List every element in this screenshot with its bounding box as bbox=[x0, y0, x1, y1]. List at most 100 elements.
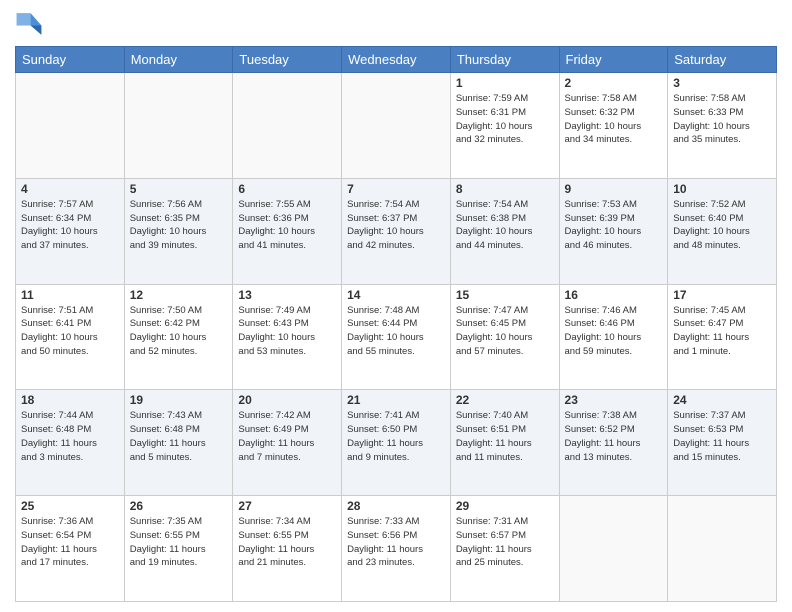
day-info: Sunrise: 7:37 AM Sunset: 6:53 PM Dayligh… bbox=[673, 409, 771, 464]
day-cell bbox=[16, 73, 125, 179]
day-cell: 8 Sunrise: 7:54 AM Sunset: 6:38 PM Daylig… bbox=[450, 178, 559, 284]
day-cell: 14 Sunrise: 7:48 AM Sunset: 6:44 PM Dayli… bbox=[342, 284, 451, 390]
day-number: 19 bbox=[130, 393, 228, 407]
weekday-tuesday: Tuesday bbox=[233, 47, 342, 73]
day-number: 28 bbox=[347, 499, 445, 513]
day-info: Sunrise: 7:58 AM Sunset: 6:33 PM Dayligh… bbox=[673, 92, 771, 147]
day-cell: 20 Sunrise: 7:42 AM Sunset: 6:49 PM Dayli… bbox=[233, 390, 342, 496]
day-number: 29 bbox=[456, 499, 554, 513]
day-info: Sunrise: 7:54 AM Sunset: 6:37 PM Dayligh… bbox=[347, 198, 445, 253]
weekday-saturday: Saturday bbox=[668, 47, 777, 73]
day-cell: 13 Sunrise: 7:49 AM Sunset: 6:43 PM Dayli… bbox=[233, 284, 342, 390]
logo-icon bbox=[15, 10, 43, 38]
day-cell: 25 Sunrise: 7:36 AM Sunset: 6:54 PM Dayli… bbox=[16, 496, 125, 602]
day-cell: 7 Sunrise: 7:54 AM Sunset: 6:37 PM Daylig… bbox=[342, 178, 451, 284]
day-cell bbox=[233, 73, 342, 179]
day-number: 23 bbox=[565, 393, 663, 407]
weekday-monday: Monday bbox=[124, 47, 233, 73]
week-row-1: 1 Sunrise: 7:59 AM Sunset: 6:31 PM Daylig… bbox=[16, 73, 777, 179]
weekday-sunday: Sunday bbox=[16, 47, 125, 73]
day-cell bbox=[559, 496, 668, 602]
day-number: 11 bbox=[21, 288, 119, 302]
weekday-thursday: Thursday bbox=[450, 47, 559, 73]
day-cell: 17Sunrise: 7:45 AM Sunset: 6:47 PM Dayli… bbox=[668, 284, 777, 390]
day-info: Sunrise: 7:36 AM Sunset: 6:54 PM Dayligh… bbox=[21, 515, 119, 570]
day-cell: 26 Sunrise: 7:35 AM Sunset: 6:55 PM Dayli… bbox=[124, 496, 233, 602]
day-cell: 11Sunrise: 7:51 AM Sunset: 6:41 PM Dayli… bbox=[16, 284, 125, 390]
day-info: Sunrise: 7:40 AM Sunset: 6:51 PM Dayligh… bbox=[456, 409, 554, 464]
day-cell: 22 Sunrise: 7:40 AM Sunset: 6:51 PM Dayli… bbox=[450, 390, 559, 496]
day-number: 18 bbox=[21, 393, 119, 407]
calendar-body: 1 Sunrise: 7:59 AM Sunset: 6:31 PM Daylig… bbox=[16, 73, 777, 602]
week-row-4: 18 Sunrise: 7:44 AM Sunset: 6:48 PM Dayli… bbox=[16, 390, 777, 496]
day-number: 16 bbox=[565, 288, 663, 302]
day-info: Sunrise: 7:46 AM Sunset: 6:46 PM Dayligh… bbox=[565, 304, 663, 359]
day-cell: 28 Sunrise: 7:33 AM Sunset: 6:56 PM Dayli… bbox=[342, 496, 451, 602]
day-cell: 6 Sunrise: 7:55 AM Sunset: 6:36 PM Daylig… bbox=[233, 178, 342, 284]
day-cell: 21Sunrise: 7:41 AM Sunset: 6:50 PM Dayli… bbox=[342, 390, 451, 496]
day-cell: 12Sunrise: 7:50 AM Sunset: 6:42 PM Dayli… bbox=[124, 284, 233, 390]
day-info: Sunrise: 7:33 AM Sunset: 6:56 PM Dayligh… bbox=[347, 515, 445, 570]
week-row-3: 11Sunrise: 7:51 AM Sunset: 6:41 PM Dayli… bbox=[16, 284, 777, 390]
page: SundayMondayTuesdayWednesdayThursdayFrid… bbox=[0, 0, 792, 612]
weekday-friday: Friday bbox=[559, 47, 668, 73]
day-cell: 19 Sunrise: 7:43 AM Sunset: 6:48 PM Dayli… bbox=[124, 390, 233, 496]
day-info: Sunrise: 7:49 AM Sunset: 6:43 PM Dayligh… bbox=[238, 304, 336, 359]
day-number: 24 bbox=[673, 393, 771, 407]
day-number: 26 bbox=[130, 499, 228, 513]
day-number: 14 bbox=[347, 288, 445, 302]
day-cell: 3 Sunrise: 7:58 AM Sunset: 6:33 PM Daylig… bbox=[668, 73, 777, 179]
day-number: 6 bbox=[238, 182, 336, 196]
day-cell: 2Sunrise: 7:58 AM Sunset: 6:32 PM Daylig… bbox=[559, 73, 668, 179]
day-number: 9 bbox=[565, 182, 663, 196]
day-info: Sunrise: 7:54 AM Sunset: 6:38 PM Dayligh… bbox=[456, 198, 554, 253]
day-info: Sunrise: 7:57 AM Sunset: 6:34 PM Dayligh… bbox=[21, 198, 119, 253]
day-cell: 29Sunrise: 7:31 AM Sunset: 6:57 PM Dayli… bbox=[450, 496, 559, 602]
day-info: Sunrise: 7:50 AM Sunset: 6:42 PM Dayligh… bbox=[130, 304, 228, 359]
day-number: 22 bbox=[456, 393, 554, 407]
day-number: 20 bbox=[238, 393, 336, 407]
day-number: 8 bbox=[456, 182, 554, 196]
logo bbox=[15, 10, 47, 38]
day-number: 15 bbox=[456, 288, 554, 302]
day-cell: 18 Sunrise: 7:44 AM Sunset: 6:48 PM Dayli… bbox=[16, 390, 125, 496]
day-info: Sunrise: 7:45 AM Sunset: 6:47 PM Dayligh… bbox=[673, 304, 771, 359]
day-number: 4 bbox=[21, 182, 119, 196]
day-cell: 5Sunrise: 7:56 AM Sunset: 6:35 PM Daylig… bbox=[124, 178, 233, 284]
day-number: 13 bbox=[238, 288, 336, 302]
week-row-5: 25 Sunrise: 7:36 AM Sunset: 6:54 PM Dayli… bbox=[16, 496, 777, 602]
day-info: Sunrise: 7:48 AM Sunset: 6:44 PM Dayligh… bbox=[347, 304, 445, 359]
day-info: Sunrise: 7:58 AM Sunset: 6:32 PM Dayligh… bbox=[565, 92, 663, 147]
day-info: Sunrise: 7:41 AM Sunset: 6:50 PM Dayligh… bbox=[347, 409, 445, 464]
day-cell: 4 Sunrise: 7:57 AM Sunset: 6:34 PM Daylig… bbox=[16, 178, 125, 284]
weekday-row: SundayMondayTuesdayWednesdayThursdayFrid… bbox=[16, 47, 777, 73]
day-number: 3 bbox=[673, 76, 771, 90]
calendar: SundayMondayTuesdayWednesdayThursdayFrid… bbox=[15, 46, 777, 602]
day-cell: 1 Sunrise: 7:59 AM Sunset: 6:31 PM Daylig… bbox=[450, 73, 559, 179]
day-number: 5 bbox=[130, 182, 228, 196]
day-info: Sunrise: 7:55 AM Sunset: 6:36 PM Dayligh… bbox=[238, 198, 336, 253]
day-number: 25 bbox=[21, 499, 119, 513]
day-info: Sunrise: 7:38 AM Sunset: 6:52 PM Dayligh… bbox=[565, 409, 663, 464]
day-info: Sunrise: 7:35 AM Sunset: 6:55 PM Dayligh… bbox=[130, 515, 228, 570]
day-info: Sunrise: 7:59 AM Sunset: 6:31 PM Dayligh… bbox=[456, 92, 554, 147]
calendar-header: SundayMondayTuesdayWednesdayThursdayFrid… bbox=[16, 47, 777, 73]
day-cell bbox=[342, 73, 451, 179]
weekday-wednesday: Wednesday bbox=[342, 47, 451, 73]
week-row-2: 4 Sunrise: 7:57 AM Sunset: 6:34 PM Daylig… bbox=[16, 178, 777, 284]
day-cell: 10Sunrise: 7:52 AM Sunset: 6:40 PM Dayli… bbox=[668, 178, 777, 284]
day-number: 1 bbox=[456, 76, 554, 90]
day-cell bbox=[668, 496, 777, 602]
day-info: Sunrise: 7:44 AM Sunset: 6:48 PM Dayligh… bbox=[21, 409, 119, 464]
day-cell: 27 Sunrise: 7:34 AM Sunset: 6:55 PM Dayli… bbox=[233, 496, 342, 602]
day-number: 27 bbox=[238, 499, 336, 513]
day-info: Sunrise: 7:53 AM Sunset: 6:39 PM Dayligh… bbox=[565, 198, 663, 253]
header bbox=[15, 10, 777, 38]
day-number: 10 bbox=[673, 182, 771, 196]
day-info: Sunrise: 7:34 AM Sunset: 6:55 PM Dayligh… bbox=[238, 515, 336, 570]
day-info: Sunrise: 7:42 AM Sunset: 6:49 PM Dayligh… bbox=[238, 409, 336, 464]
day-info: Sunrise: 7:43 AM Sunset: 6:48 PM Dayligh… bbox=[130, 409, 228, 464]
day-number: 7 bbox=[347, 182, 445, 196]
day-info: Sunrise: 7:47 AM Sunset: 6:45 PM Dayligh… bbox=[456, 304, 554, 359]
day-cell bbox=[124, 73, 233, 179]
